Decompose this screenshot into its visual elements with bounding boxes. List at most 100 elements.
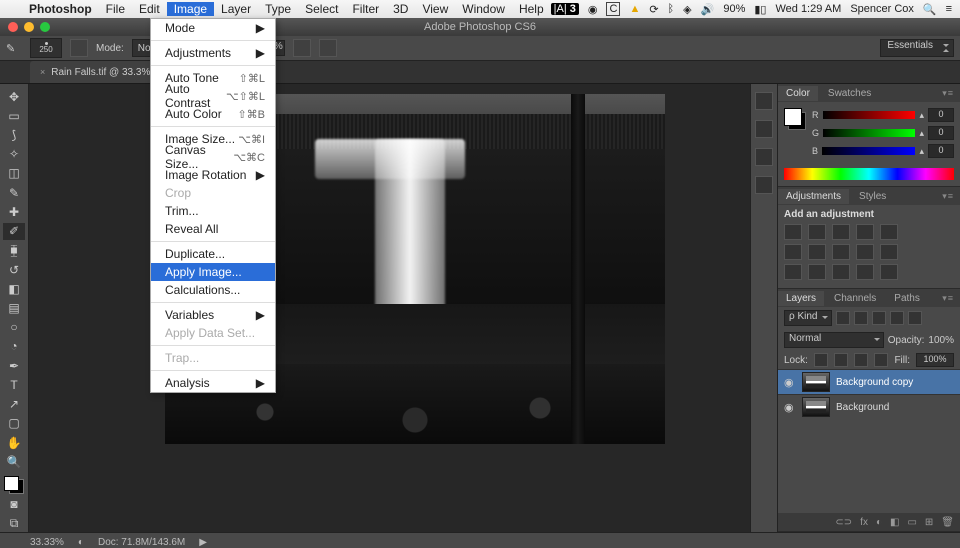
menu-window[interactable]: Window — [455, 2, 512, 16]
siri-icon[interactable]: ◉ — [588, 3, 598, 16]
menu-filter[interactable]: Filter — [345, 2, 386, 16]
layer-blend-select[interactable]: Normal — [784, 332, 884, 348]
mask-icon[interactable]: ◐ — [876, 517, 882, 528]
menuitem-calculations[interactable]: Calculations... — [151, 281, 275, 299]
lock-position-icon[interactable] — [854, 353, 868, 367]
adj-levels-icon[interactable] — [808, 224, 826, 240]
visibility-icon[interactable]: ◉ — [784, 376, 796, 389]
adj-posterize-icon[interactable] — [808, 264, 826, 280]
layer-name[interactable]: Background — [836, 402, 889, 413]
notifications-icon[interactable]: ≡ — [946, 3, 952, 15]
menuitem-apply-image[interactable]: Apply Image... — [151, 263, 275, 281]
b-value[interactable]: 0 — [928, 144, 954, 158]
crop-tool[interactable]: ◫ — [3, 165, 25, 182]
filter-pixel-icon[interactable] — [836, 311, 850, 325]
screenmode-toggle[interactable]: ⧉ — [3, 515, 25, 532]
tab-color[interactable]: Color — [778, 86, 818, 101]
slider-thumb-icon[interactable]: ▴ — [919, 128, 924, 139]
menuitem-variables[interactable]: Variables▶ — [151, 306, 275, 324]
visibility-icon[interactable]: ◉ — [784, 401, 796, 414]
battery-icon[interactable]: ▮▯ — [754, 3, 766, 16]
layer-row[interactable]: ◉ Background — [778, 394, 960, 419]
clock[interactable]: Wed 1:29 AM — [775, 3, 841, 15]
symmetry-icon[interactable] — [319, 39, 337, 57]
r-value[interactable]: 0 — [928, 108, 954, 122]
adobe-badge-icon[interactable]: |A| 3 — [551, 3, 579, 15]
r-slider[interactable] — [823, 111, 916, 119]
wifi-icon[interactable]: ◈ — [683, 3, 691, 16]
close-tab-icon[interactable]: × — [40, 67, 45, 77]
canvas-area[interactable] — [29, 84, 750, 532]
menuitem-reveal-all[interactable]: Reveal All — [151, 220, 275, 238]
layer-filter-kind[interactable]: ρ Kind — [784, 310, 832, 326]
adj-lut-icon[interactable] — [880, 244, 898, 260]
fill-input[interactable]: 100% — [916, 353, 954, 367]
sync-icon[interactable]: ⟳ — [649, 3, 658, 16]
heal-tool[interactable]: ✚ — [3, 203, 25, 220]
brush-tool[interactable]: ✐ — [3, 223, 25, 240]
tab-styles[interactable]: Styles — [851, 189, 894, 204]
workspace-switcher[interactable]: Essentials — [880, 39, 954, 57]
adj-vibrance-icon[interactable] — [880, 224, 898, 240]
history-brush-tool[interactable]: ↺ — [3, 261, 25, 278]
lock-pixels-icon[interactable] — [834, 353, 848, 367]
menu-image[interactable]: Image — [167, 2, 214, 16]
path-tool[interactable]: ↗ — [3, 396, 25, 413]
menu-view[interactable]: View — [415, 2, 455, 16]
menuitem-canvas-size[interactable]: Canvas Size...⌥⌘C — [151, 148, 275, 166]
shape-tool[interactable]: ▢ — [3, 415, 25, 432]
g-slider[interactable] — [823, 129, 915, 137]
link-layers-icon[interactable]: ⊂⊃ — [835, 517, 852, 528]
menuitem-auto-contrast[interactable]: Auto Contrast⌥⇧⌘L — [151, 87, 275, 105]
adj-invert-icon[interactable] — [784, 264, 802, 280]
adjustment-layer-icon[interactable]: ◧ — [890, 517, 899, 528]
tab-channels[interactable]: Channels — [826, 291, 884, 306]
color-spectrum[interactable] — [784, 168, 954, 180]
volume-icon[interactable]: 🔊 — [701, 3, 715, 16]
menuitem-mode[interactable]: Mode▶ — [151, 19, 275, 37]
eyedropper-tool[interactable]: ✎ — [3, 184, 25, 201]
foreground-background-swatch[interactable] — [784, 108, 806, 130]
user-name[interactable]: Spencer Cox — [850, 3, 914, 15]
adj-selective-icon[interactable] — [880, 264, 898, 280]
adj-brightness-icon[interactable] — [784, 224, 802, 240]
menu-help[interactable]: Help — [512, 2, 551, 16]
lasso-tool[interactable]: ⟆ — [3, 126, 25, 143]
properties-icon[interactable] — [755, 120, 773, 138]
bluetooth-icon[interactable]: ᛒ — [668, 3, 675, 15]
menuitem-auto-color[interactable]: Auto Color⇧⌘B — [151, 105, 275, 123]
move-tool[interactable]: ✥ — [3, 88, 25, 105]
delete-layer-icon[interactable]: 🗑 — [941, 517, 954, 528]
color-swatches[interactable] — [4, 476, 24, 493]
menuitem-trim[interactable]: Trim... — [151, 202, 275, 220]
menuitem-image-rotation[interactable]: Image Rotation▶ — [151, 166, 275, 184]
lock-all-icon[interactable] — [874, 353, 888, 367]
adj-bw-icon[interactable] — [808, 244, 826, 260]
filter-type-icon[interactable] — [872, 311, 886, 325]
tool-preset-icon[interactable]: ✎ — [6, 42, 22, 55]
filter-shape-icon[interactable] — [890, 311, 904, 325]
tab-paths[interactable]: Paths — [886, 291, 928, 306]
tab-adjustments[interactable]: Adjustments — [778, 189, 849, 204]
panel-menu-icon[interactable]: ▾≡ — [942, 191, 960, 202]
app-menu[interactable]: Photoshop — [22, 2, 99, 16]
zoom-window-button[interactable] — [40, 22, 50, 32]
adj-hue-icon[interactable] — [784, 244, 802, 260]
layer-thumbnail[interactable] — [802, 372, 830, 392]
doc-size[interactable]: Doc: 71.8M/143.6M — [98, 537, 185, 548]
adj-channel-mixer-icon[interactable] — [856, 244, 874, 260]
panel-menu-icon[interactable]: ▾≡ — [942, 88, 960, 99]
filter-adjust-icon[interactable] — [854, 311, 868, 325]
hand-tool[interactable]: ✋ — [3, 434, 25, 451]
info-icon[interactable] — [755, 176, 773, 194]
minimize-window-button[interactable] — [24, 22, 34, 32]
pen-tool[interactable]: ✒ — [3, 357, 25, 374]
stamp-tool[interactable]: ⧯ — [3, 242, 25, 259]
marquee-tool[interactable]: ▭ — [3, 107, 25, 124]
brush-preset-picker[interactable]: 250 — [30, 38, 62, 58]
adj-threshold-icon[interactable] — [832, 264, 850, 280]
status-arrow-icon[interactable]: ▶ — [199, 537, 207, 548]
menuitem-adjustments[interactable]: Adjustments▶ — [151, 44, 275, 62]
menu-file[interactable]: File — [99, 2, 132, 16]
adj-curves-icon[interactable] — [832, 224, 850, 240]
